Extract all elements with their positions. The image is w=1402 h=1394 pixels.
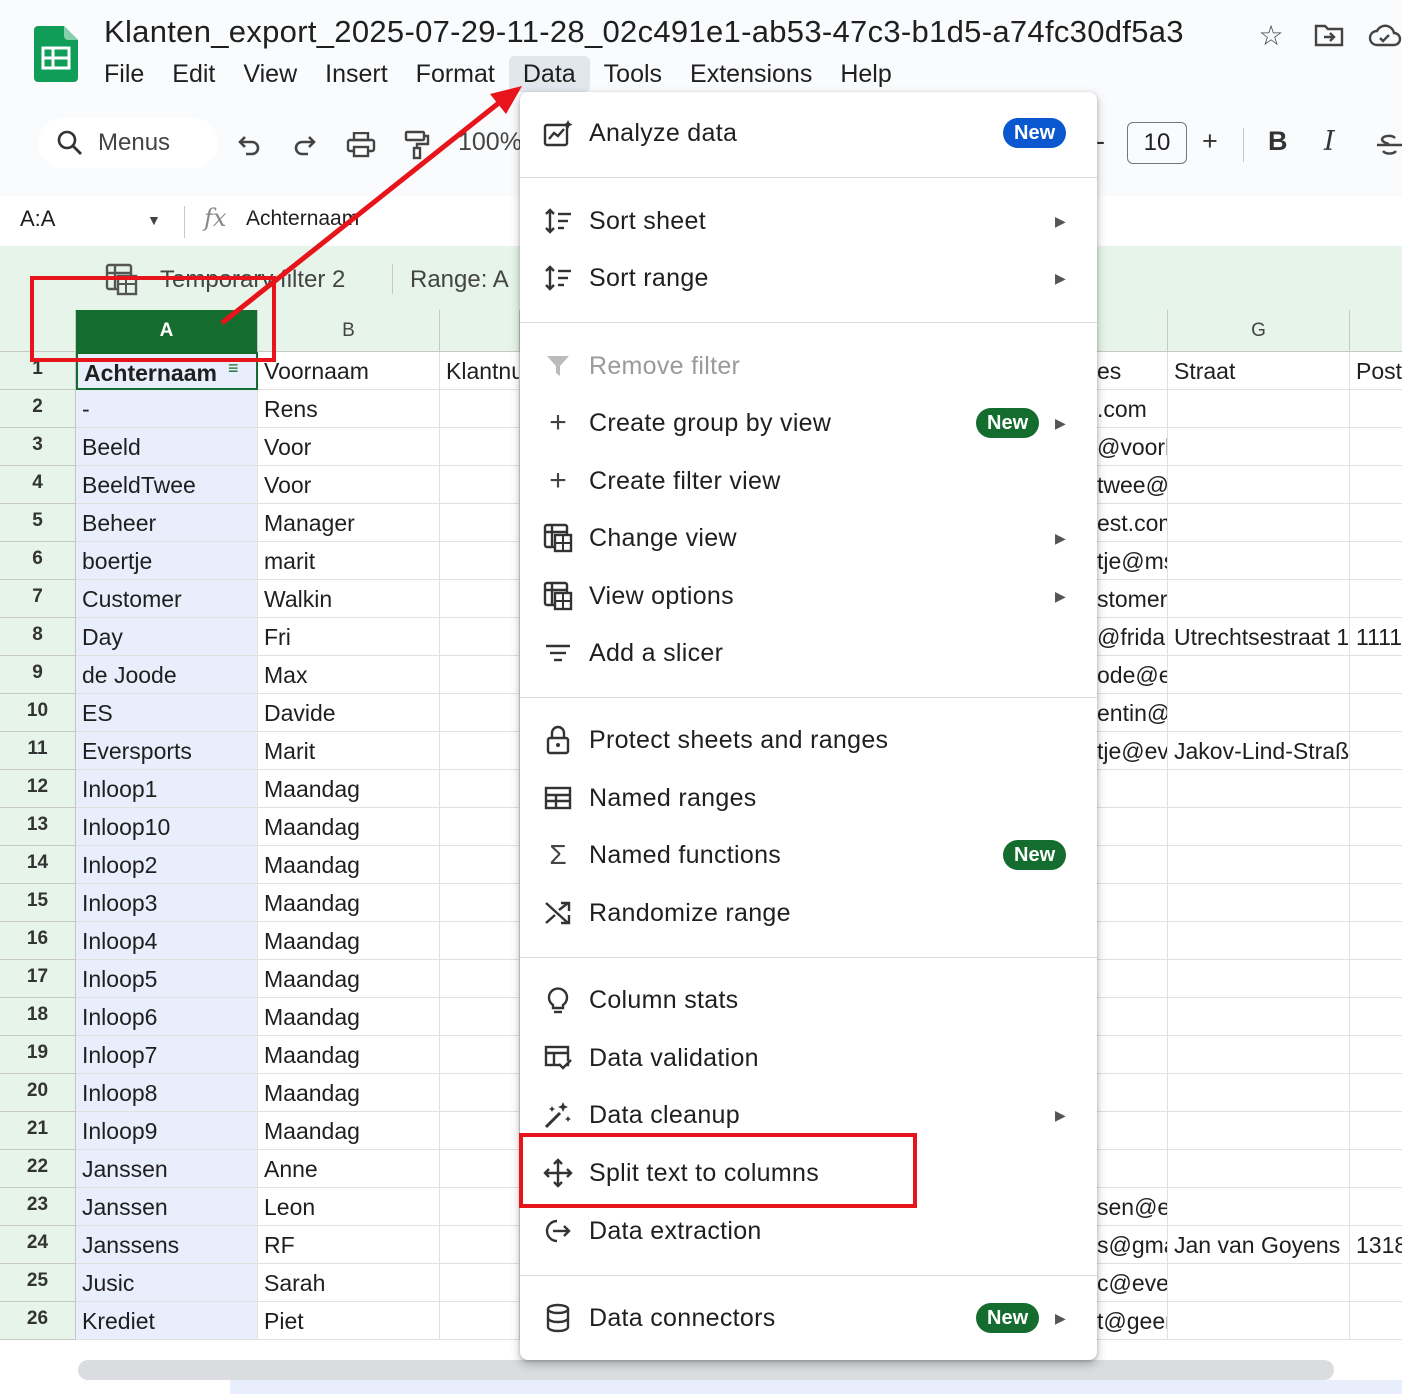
annotation-arrow (220, 86, 522, 325)
